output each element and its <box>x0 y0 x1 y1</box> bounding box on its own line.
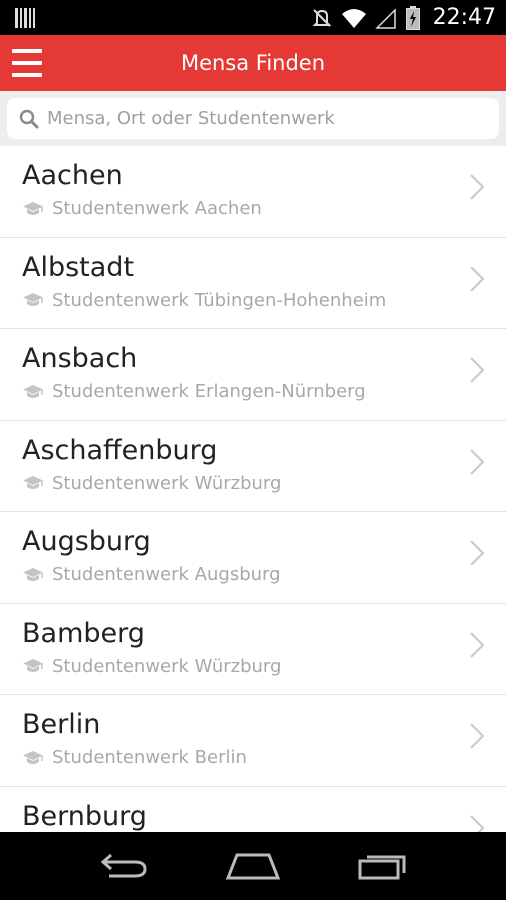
studentenwerk-name: Studentenwerk Würzburg <box>52 472 282 494</box>
studentenwerk-name: Studentenwerk Würzburg <box>52 655 282 677</box>
studentenwerk-label: Studentenwerk Tübingen-Hohenheim <box>22 290 386 311</box>
city-name: Albstadt <box>22 251 135 283</box>
list-item[interactable]: Berlin Studentenwerk Berlin <box>0 695 506 787</box>
search-box[interactable] <box>7 98 499 139</box>
studentenwerk-label: Studentenwerk Aachen <box>22 198 262 219</box>
clock: 22:47 <box>432 5 496 30</box>
navigation-bar <box>0 832 506 900</box>
battery-icon <box>405 5 421 30</box>
graduation-cap-icon <box>23 201 43 215</box>
list-item[interactable]: Albstadt Studentenwerk Tübingen-Hohenhei… <box>0 238 506 329</box>
city-name: Ansbach <box>22 343 138 374</box>
chevron-right-icon <box>470 814 485 832</box>
graduation-cap-icon <box>23 659 43 672</box>
studentenwerk-name: Studentenwerk Tübingen-Hohenheim <box>52 289 387 311</box>
studentenwerk-name: Studentenwerk Aachen <box>52 198 262 219</box>
studentenwerk-name: Studentenwerk Berlin <box>52 747 247 768</box>
mute-icon <box>309 6 335 30</box>
city-name: Aschaffenburg <box>22 434 218 466</box>
list-item[interactable]: Aschaffenburg Studentenwerk Würzburg <box>0 421 506 512</box>
list-item[interactable]: Ansbach Studentenwerk Erlangen-Nürnberg <box>0 329 506 421</box>
chevron-right-icon <box>470 448 485 475</box>
chevron-right-icon <box>470 723 485 749</box>
list-item[interactable]: Bamberg Studentenwerk Würzburg <box>0 604 506 695</box>
list-item[interactable]: Augsburg Studentenwerk Augsburg <box>0 512 506 604</box>
graduation-cap-icon <box>23 476 43 489</box>
menu-icon[interactable] <box>12 49 42 77</box>
barcode-icon <box>14 8 36 28</box>
list-item[interactable]: Aachen Studentenwerk Aachen <box>0 146 506 238</box>
back-icon[interactable] <box>94 846 154 886</box>
signal-icon <box>373 6 399 30</box>
status-bar: 22:47 <box>0 0 506 35</box>
graduation-cap-icon <box>23 567 43 581</box>
home-icon[interactable] <box>223 846 283 886</box>
app-bar: Mensa Finden <box>0 35 506 91</box>
graduation-cap-icon <box>23 750 43 764</box>
chevron-right-icon <box>470 174 485 200</box>
search-icon <box>19 109 39 128</box>
studentenwerk-label: Studentenwerk Würzburg <box>22 473 281 494</box>
city-name: Augsburg <box>22 526 151 557</box>
list-item[interactable]: Bernburg <box>0 787 506 832</box>
city-name: Bernburg <box>22 800 147 832</box>
city-name: Bamberg <box>22 617 145 649</box>
studentenwerk-label: Studentenwerk Berlin <box>22 747 247 768</box>
mensa-list: Aachen Studentenwerk Aachen Albstadt Stu… <box>0 146 506 832</box>
recents-icon[interactable] <box>352 846 412 886</box>
chevron-right-icon <box>470 357 485 383</box>
chevron-right-icon <box>470 540 485 566</box>
search-input[interactable] <box>47 108 499 129</box>
studentenwerk-name: Studentenwerk Erlangen-Nürnberg <box>52 381 366 402</box>
chevron-right-icon <box>470 265 485 292</box>
search-bar <box>0 91 506 146</box>
page-title: Mensa Finden <box>180 51 326 75</box>
studentenwerk-label: Studentenwerk Erlangen-Nürnberg <box>22 381 366 402</box>
studentenwerk-label: Studentenwerk Würzburg <box>22 656 281 677</box>
city-name: Berlin <box>22 709 101 740</box>
city-name: Aachen <box>22 160 123 191</box>
graduation-cap-icon <box>23 293 43 306</box>
studentenwerk-name: Studentenwerk Augsburg <box>52 564 281 585</box>
graduation-cap-icon <box>23 384 43 398</box>
wifi-icon <box>341 6 367 30</box>
studentenwerk-label: Studentenwerk Augsburg <box>22 564 281 585</box>
chevron-right-icon <box>470 631 485 658</box>
